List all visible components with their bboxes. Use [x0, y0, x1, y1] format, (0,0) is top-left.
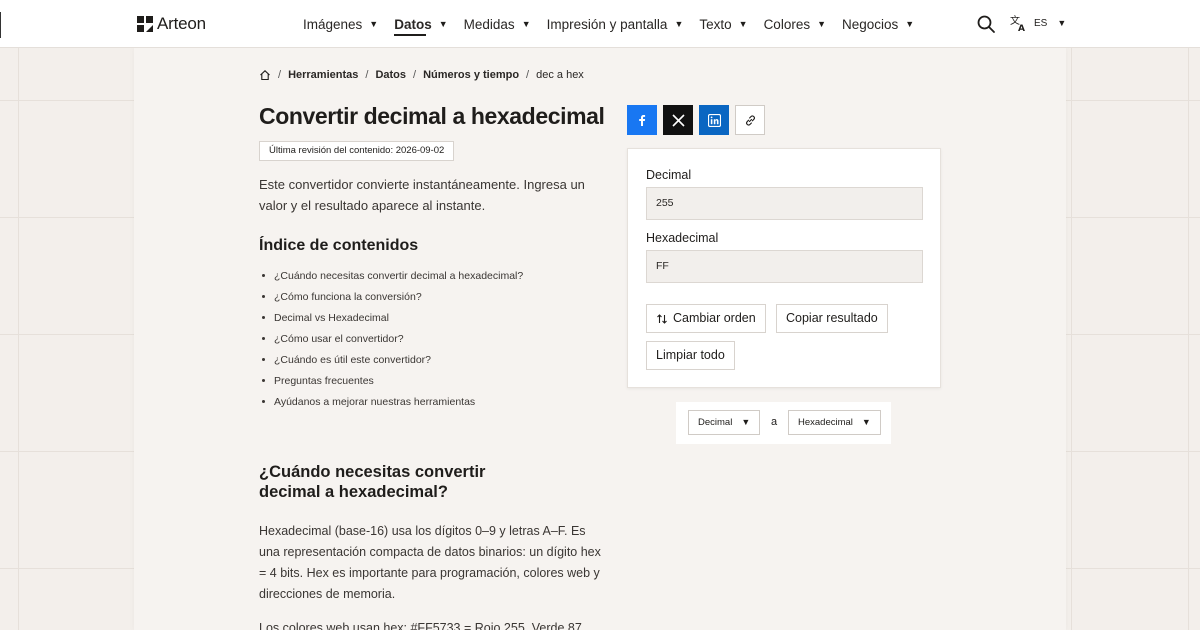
- copy-result-button[interactable]: Copiar resultado: [776, 304, 888, 333]
- converter-card: Decimal 255 Hexadecimal FF Cambiar orden…: [627, 148, 941, 388]
- swap-order-button[interactable]: Cambiar orden: [646, 304, 766, 333]
- intro-text: Este convertidor convierte instantáneame…: [259, 177, 585, 213]
- search-button[interactable]: [976, 14, 996, 34]
- to-unit-select[interactable]: Hexadecimal ▼: [788, 410, 881, 435]
- breadcrumb-link-herramientas[interactable]: Herramientas: [288, 69, 358, 81]
- chevron-down-icon: ▼: [905, 19, 915, 29]
- unit-connector: a: [771, 416, 778, 428]
- toc-link[interactable]: ¿Cuándo necesitas convertir decimal a he…: [262, 265, 523, 286]
- hexadecimal-output[interactable]: FF: [646, 250, 923, 283]
- breadcrumb-current: dec a hex: [536, 69, 584, 81]
- toc-link[interactable]: Decimal vs Hexadecimal: [262, 307, 523, 328]
- chevron-down-icon: ▼: [521, 19, 531, 29]
- clear-all-label: Limpiar todo: [656, 348, 725, 362]
- svg-text:A: A: [1018, 24, 1025, 32]
- toc-link[interactable]: ¿Cómo usar el convertidor?: [262, 328, 523, 349]
- section-paragraph-2: Los colores web usan hex: #FF5733 = Rojo…: [259, 621, 582, 630]
- swap-order-label: Cambiar orden: [673, 311, 756, 325]
- nav-item-medidas[interactable]: Medidas ▼: [464, 0, 531, 48]
- home-icon[interactable]: [259, 69, 271, 81]
- chevron-down-icon: ▼: [817, 19, 827, 29]
- link-icon: [745, 114, 755, 126]
- breadcrumb: / Herramientas / Datos / Números y tiemp…: [259, 69, 584, 81]
- nav-item-imagenes[interactable]: Imágenes ▼: [303, 0, 378, 48]
- nav-item-texto[interactable]: Texto ▼: [699, 0, 747, 48]
- top-navigation-bar: Arteon Imágenes ▼ Datos ▼ Medidas ▼ Impresi…: [0, 0, 1200, 48]
- main-nav: Imágenes ▼ Datos ▼ Medidas ▼ Impresión y pa…: [303, 0, 930, 48]
- decimal-input[interactable]: 255: [646, 187, 923, 220]
- toc-link[interactable]: ¿Cuándo es útil este convertidor?: [262, 349, 523, 370]
- toc-link[interactable]: ¿Cómo funciona la conversión?: [262, 286, 523, 307]
- x-icon: [671, 113, 685, 127]
- linkedin-icon: [707, 113, 721, 127]
- facebook-icon: [639, 115, 646, 126]
- nav-item-impresion-y-pantalla[interactable]: Impresión y pantalla ▼: [547, 0, 684, 48]
- swap-icon: [657, 313, 667, 324]
- from-unit-select[interactable]: Decimal ▼: [688, 410, 761, 435]
- toc-heading: Índice de contenidos: [259, 237, 419, 254]
- page-title: Convertir decimal a hexadecimal: [259, 103, 605, 129]
- brand-name: Arteon: [157, 14, 206, 33]
- section-paragraph: Hexadecimal (base-16) usa los dígitos 0–…: [259, 524, 601, 601]
- breadcrumb-link-numeros-y-tiempo[interactable]: Números y tiempo: [423, 69, 519, 81]
- table-of-contents: ¿Cuándo necesitas convertir decimal a he…: [262, 265, 523, 412]
- review-date-badge: Última revisión del contenido: 2026-09-0…: [259, 141, 455, 161]
- toc-link[interactable]: Preguntas frecuentes: [262, 370, 523, 391]
- nav-item-negocios[interactable]: Negocios ▼: [842, 0, 914, 48]
- share-facebook-button[interactable]: [627, 105, 657, 135]
- language-code: ES: [1034, 17, 1048, 29]
- share-linkedin-button[interactable]: [699, 105, 729, 135]
- breadcrumb-link-datos[interactable]: Datos: [375, 69, 406, 81]
- copy-link-button[interactable]: [735, 105, 765, 135]
- chevron-down-icon: ▼: [1057, 18, 1067, 28]
- nav-item-colores[interactable]: Colores ▼: [764, 0, 826, 48]
- copy-result-label: Copiar resultado: [786, 311, 878, 325]
- toc-link[interactable]: Ayúdanos a mejorar nuestras herramientas: [262, 391, 523, 412]
- nav-item-datos[interactable]: Datos ▼: [394, 0, 448, 48]
- translate-icon: 文 A: [1010, 14, 1025, 32]
- share-buttons: [627, 105, 765, 135]
- search-icon: [977, 15, 995, 33]
- chevron-down-icon: ▼: [438, 19, 448, 29]
- chevron-down-icon: ▼: [674, 19, 684, 29]
- chevron-down-icon: ▼: [369, 19, 379, 29]
- language-selector[interactable]: 文 A ES ▼: [1010, 14, 1066, 32]
- chevron-down-icon: ▼: [738, 19, 748, 29]
- decimal-label: Decimal: [646, 168, 692, 182]
- window-edge: [0, 12, 1, 38]
- logo-icon: [137, 16, 153, 32]
- brand-logo[interactable]: Arteon: [137, 14, 206, 34]
- clear-all-button[interactable]: Limpiar todo: [646, 341, 735, 370]
- unit-selector-bar: Decimal ▼ a Hexadecimal ▼: [676, 402, 891, 444]
- chevron-down-icon: ▼: [741, 417, 751, 427]
- hexadecimal-label: Hexadecimal: [646, 231, 719, 245]
- share-x-button[interactable]: [663, 105, 693, 135]
- chevron-down-icon: ▼: [861, 417, 871, 427]
- section-heading: ¿Cuándo necesitas convertir decimal a he…: [259, 463, 486, 501]
